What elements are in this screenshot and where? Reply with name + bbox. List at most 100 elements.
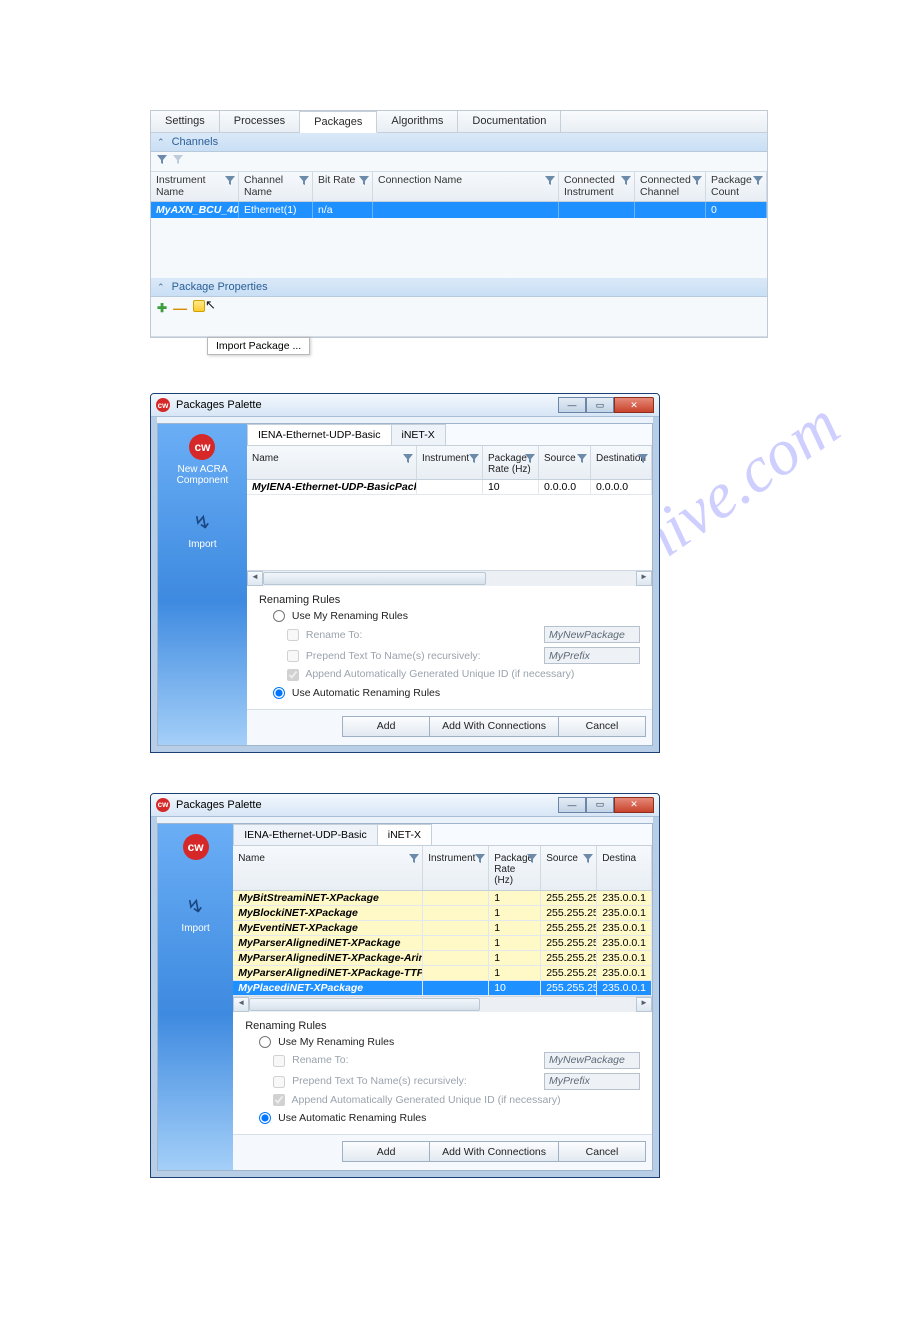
filter-icon[interactable] <box>157 155 167 168</box>
filter-icon[interactable] <box>527 854 537 867</box>
import-package-icon[interactable] <box>193 300 205 315</box>
col-instrument[interactable]: Instrument <box>417 446 483 479</box>
col-instrument-name[interactable]: Instrument Name <box>151 172 239 201</box>
filter-icon[interactable] <box>621 176 631 190</box>
filter-icon[interactable] <box>753 176 763 190</box>
new-acra-icon[interactable]: cw <box>189 434 215 460</box>
scroll-right-icon[interactable]: ► <box>636 571 652 586</box>
add-button[interactable]: Add <box>342 1141 430 1162</box>
filter-icon[interactable] <box>638 454 648 467</box>
package-row[interactable]: MyEventiNET-XPackage1255.255.255.255235.… <box>233 921 652 936</box>
package-row[interactable]: MyParserAlignediNET-XPackage1255.255.255… <box>233 936 652 951</box>
package-row[interactable]: MyIENA-Ethernet-UDP-BasicPackage 10 0.0.… <box>247 480 652 495</box>
filter-icon[interactable] <box>299 176 309 190</box>
package-row[interactable]: MyParserAlignediNET-XPackage-Arinc-42912… <box>233 951 652 966</box>
col-connected-instrument[interactable]: Connected Instrument <box>559 172 635 201</box>
minimize-button[interactable]: ― <box>558 397 586 413</box>
add-icon[interactable]: ✚ <box>157 301 167 315</box>
col-package-count[interactable]: Package Count <box>706 172 767 201</box>
tab-algorithms[interactable]: Algorithms <box>377 111 458 132</box>
horizontal-scrollbar[interactable]: ◄ ► <box>233 996 652 1012</box>
col-rate[interactable]: Package Rate (Hz) <box>489 846 541 890</box>
horizontal-scrollbar[interactable]: ◄ ► <box>247 570 652 586</box>
channel-row-selected[interactable]: MyAXN_BCU_401 Ethernet(1) n/a 0 <box>151 202 767 218</box>
tab-packages[interactable]: Packages <box>300 111 377 133</box>
col-connected-channel[interactable]: Connected Channel <box>635 172 706 201</box>
col-name[interactable]: Name <box>233 846 423 890</box>
filter-icon[interactable] <box>403 454 413 467</box>
filter-icon[interactable] <box>692 176 702 190</box>
package-row[interactable]: MyBitStreamiNET-XPackage1255.255.255.255… <box>233 891 652 906</box>
filter-icon[interactable] <box>545 176 555 190</box>
col-bit-rate[interactable]: Bit Rate <box>313 172 373 201</box>
filter-icon[interactable] <box>409 854 419 867</box>
new-acra-label[interactable]: New ACRA Component <box>158 464 247 486</box>
append-id-checkbox[interactable]: Append Automatically Generated Unique ID… <box>287 668 574 680</box>
col-source[interactable]: Source <box>541 846 597 890</box>
minimize-button[interactable]: ― <box>558 797 586 813</box>
scroll-thumb[interactable] <box>249 998 479 1011</box>
cancel-button[interactable]: Cancel <box>558 1141 646 1162</box>
filter-icon[interactable] <box>525 454 535 467</box>
tab-documentation[interactable]: Documentation <box>458 111 561 132</box>
channels-section-header[interactable]: ⌃ Channels <box>151 133 767 152</box>
filter-icon[interactable] <box>359 176 369 190</box>
prepend-input[interactable] <box>544 647 640 664</box>
filter-icon[interactable] <box>225 176 235 190</box>
col-instrument[interactable]: Instrument <box>423 846 489 890</box>
col-dest[interactable]: Destination <box>591 446 652 479</box>
titlebar[interactable]: cw Packages Palette ― ▭ ✕ <box>151 794 659 817</box>
package-list-body[interactable]: MyIENA-Ethernet-UDP-BasicPackage 10 0.0.… <box>247 480 652 570</box>
col-dest[interactable]: Destina <box>597 846 652 890</box>
filter-clear-icon[interactable] <box>173 155 183 168</box>
col-connection-name[interactable]: Connection Name <box>373 172 559 201</box>
rename-to-input[interactable] <box>544 626 640 643</box>
filter-icon[interactable] <box>577 454 587 467</box>
use-auto-rules-radio[interactable]: Use Automatic Renaming Rules <box>259 1112 426 1124</box>
tab-iena[interactable]: IENA-Ethernet-UDP-Basic <box>233 824 378 845</box>
titlebar[interactable]: cw Packages Palette ― ▭ ✕ <box>151 394 659 417</box>
import-label[interactable]: Import <box>188 539 216 550</box>
maximize-button[interactable]: ▭ <box>586 797 614 813</box>
scroll-left-icon[interactable]: ◄ <box>247 571 263 586</box>
package-row[interactable]: MyBlockiNET-XPackage1255.255.255.255235.… <box>233 906 652 921</box>
tab-iena[interactable]: IENA-Ethernet-UDP-Basic <box>247 424 392 445</box>
rename-to-input[interactable] <box>544 1052 640 1069</box>
filter-icon[interactable] <box>583 854 593 867</box>
col-name[interactable]: Name <box>247 446 417 479</box>
col-channel-name[interactable]: Channel Name <box>239 172 313 201</box>
maximize-button[interactable]: ▭ <box>586 397 614 413</box>
prepend-checkbox[interactable]: Prepend Text To Name(s) recursively: <box>287 650 481 662</box>
package-list-body[interactable]: MyBitStreamiNET-XPackage1255.255.255.255… <box>233 891 652 996</box>
package-row[interactable]: MyPlacediNET-XPackage10255.255.255.25523… <box>233 981 652 996</box>
filter-icon[interactable] <box>469 454 479 467</box>
scroll-right-icon[interactable]: ► <box>636 997 652 1012</box>
add-with-connections-button[interactable]: Add With Connections <box>429 1141 559 1162</box>
close-button[interactable]: ✕ <box>614 797 654 813</box>
use-auto-rules-radio[interactable]: Use Automatic Renaming Rules <box>273 687 440 699</box>
tab-inetx[interactable]: iNET-X <box>377 824 432 845</box>
package-row[interactable]: MyParserAlignediNET-XPackage-TTP1255.255… <box>233 966 652 981</box>
tab-processes[interactable]: Processes <box>220 111 300 132</box>
package-properties-header[interactable]: ⌃ Package Properties <box>151 278 767 297</box>
col-source[interactable]: Source <box>539 446 591 479</box>
use-my-rules-radio[interactable]: Use My Renaming Rules <box>273 610 408 622</box>
filter-icon[interactable] <box>475 854 485 867</box>
import-label[interactable]: Import <box>181 923 209 934</box>
use-my-rules-radio[interactable]: Use My Renaming Rules <box>259 1036 394 1048</box>
import-icon[interactable]: ↯ <box>183 892 207 921</box>
scroll-thumb[interactable] <box>263 572 486 585</box>
new-acra-icon[interactable]: cw <box>183 834 209 860</box>
remove-icon[interactable]: — <box>173 303 187 313</box>
scroll-left-icon[interactable]: ◄ <box>233 997 249 1012</box>
rename-to-checkbox[interactable]: Rename To: <box>273 1054 348 1066</box>
cancel-button[interactable]: Cancel <box>558 716 646 737</box>
rename-to-checkbox[interactable]: Rename To: <box>287 629 362 641</box>
import-icon[interactable]: ↯ <box>190 508 214 537</box>
add-button[interactable]: Add <box>342 716 430 737</box>
tab-inetx[interactable]: iNET-X <box>391 424 446 445</box>
append-id-checkbox[interactable]: Append Automatically Generated Unique ID… <box>273 1094 560 1106</box>
prepend-checkbox[interactable]: Prepend Text To Name(s) recursively: <box>273 1075 467 1087</box>
close-button[interactable]: ✕ <box>614 397 654 413</box>
tab-settings[interactable]: Settings <box>151 111 220 132</box>
